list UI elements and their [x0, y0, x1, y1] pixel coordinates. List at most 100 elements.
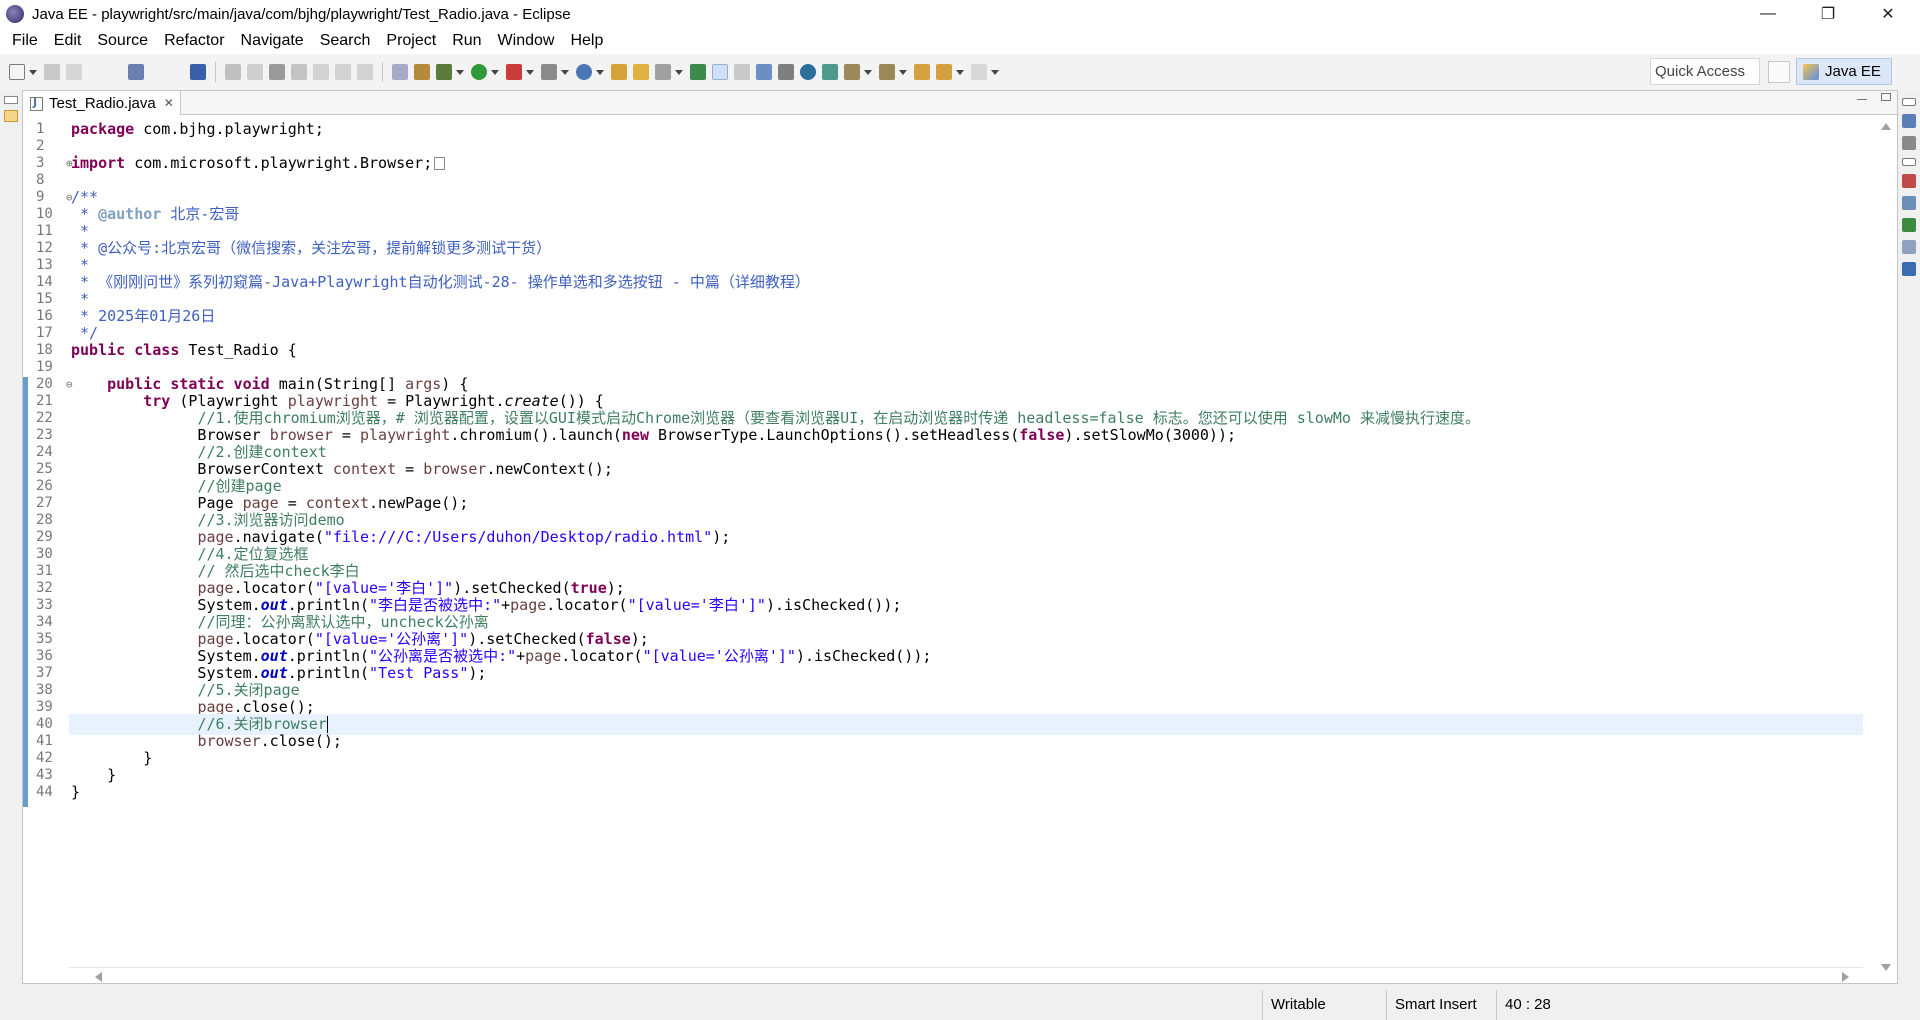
- cursor-position-status: 40 : 28: [1496, 990, 1596, 1020]
- last-edit-icon[interactable]: [914, 64, 930, 80]
- save-all-icon[interactable]: [66, 64, 82, 80]
- menu-refactor[interactable]: Refactor: [156, 28, 232, 54]
- left-trim-stack: [0, 90, 22, 1020]
- java-ee-icon: [1803, 63, 1819, 80]
- properties-icon[interactable]: [1902, 196, 1916, 210]
- java-file-icon: [29, 96, 43, 111]
- menu-file[interactable]: File: [4, 28, 46, 54]
- right-trim-stack: [1898, 90, 1920, 1020]
- annotation-icon[interactable]: [690, 64, 706, 80]
- new-web-icon[interactable]: [576, 64, 592, 80]
- menu-help[interactable]: Help: [562, 28, 611, 54]
- close-tab-icon[interactable]: ✕: [164, 96, 174, 110]
- restore-icon[interactable]: [1902, 158, 1916, 166]
- back-icon[interactable]: [936, 64, 952, 80]
- outline-icon[interactable]: [1902, 114, 1916, 128]
- menu-run[interactable]: Run: [444, 28, 489, 54]
- chevron-down-icon[interactable]: [29, 69, 37, 75]
- eclipse-logo-icon: [6, 5, 24, 23]
- skip-breakpoints-icon[interactable]: [190, 64, 206, 80]
- save-icon[interactable]: [44, 64, 60, 80]
- console-icon[interactable]: [1902, 262, 1916, 276]
- menu-source[interactable]: Source: [89, 28, 156, 54]
- minimize-button[interactable]: —: [1738, 0, 1798, 28]
- code-line: import com.microsoft.playwright.Browser;: [69, 153, 1863, 174]
- horizontal-scrollbar[interactable]: [69, 967, 1863, 983]
- run-icon[interactable]: [471, 64, 487, 80]
- show-whitespace-icon[interactable]: [778, 64, 794, 80]
- step-into-icon[interactable]: [313, 64, 329, 80]
- scroll-down-icon[interactable]: [1881, 964, 1891, 971]
- chevron-down-icon[interactable]: [956, 69, 964, 75]
- scroll-right-icon[interactable]: [1842, 972, 1849, 982]
- main-toolbar: [0, 54, 1920, 90]
- open-console-icon[interactable]: [128, 64, 144, 80]
- window-title: Java EE - playwright/src/main/java/com/b…: [32, 5, 571, 23]
- markers-icon[interactable]: [1902, 174, 1916, 188]
- chevron-down-icon[interactable]: [596, 69, 604, 75]
- task-list-icon[interactable]: [1902, 136, 1916, 150]
- folded-imports-icon[interactable]: [434, 157, 446, 170]
- chevron-down-icon[interactable]: [899, 69, 907, 75]
- chevron-down-icon[interactable]: [864, 69, 872, 75]
- restore-icon[interactable]: [4, 96, 18, 104]
- restore-button[interactable]: ❐: [1798, 0, 1858, 28]
- search-icon[interactable]: [655, 64, 671, 80]
- chevron-down-icon[interactable]: [561, 69, 569, 75]
- package-explorer-icon[interactable]: [4, 110, 18, 122]
- code-text[interactable]: package com.bjhg.playwright; import com.…: [69, 115, 1863, 983]
- close-window-button[interactable]: ✕: [1858, 0, 1918, 28]
- maximize-editor-button[interactable]: [1881, 93, 1891, 101]
- terminate-icon[interactable]: [269, 64, 285, 80]
- chevron-down-icon[interactable]: [991, 69, 999, 75]
- line-number-gutter: 1 2 3 ⊕ 8 9 ⊖ 10 11 12 13 14 15 16 17 18 19 20 ⊖ 21 22 23 24 25…: [30, 115, 73, 983]
- suspend-icon[interactable]: [247, 64, 263, 80]
- menu-edit[interactable]: Edit: [46, 28, 90, 54]
- scroll-left-icon[interactable]: [95, 972, 102, 982]
- open-perspective-button[interactable]: [1768, 60, 1790, 83]
- open-type-icon[interactable]: [611, 64, 627, 80]
- menu-window[interactable]: Window: [490, 28, 563, 54]
- menu-search[interactable]: Search: [312, 28, 379, 54]
- step-return-icon[interactable]: [357, 64, 373, 80]
- minimize-editor-button[interactable]: [1857, 99, 1867, 101]
- word-wrap-icon[interactable]: [734, 64, 750, 80]
- resume-icon[interactable]: [225, 64, 241, 80]
- scroll-up-icon[interactable]: [1881, 123, 1891, 130]
- step-over-icon[interactable]: [335, 64, 351, 80]
- forward-icon[interactable]: [971, 64, 987, 80]
- vertical-scrollbar[interactable]: [1875, 115, 1897, 983]
- palette-icon[interactable]: [822, 64, 838, 80]
- quick-access-input[interactable]: Quick Access: [1650, 58, 1760, 85]
- servers-icon[interactable]: [1902, 218, 1916, 232]
- data-source-icon[interactable]: [1902, 240, 1916, 254]
- insert-mode-status[interactable]: Smart Insert: [1386, 990, 1496, 1020]
- perspective-java-ee[interactable]: Java EE: [1796, 58, 1892, 85]
- debug-icon[interactable]: [436, 64, 452, 80]
- toggle-mark-occurrences-icon[interactable]: [712, 64, 728, 80]
- code-editor[interactable]: 1 2 3 ⊕ 8 9 ⊖ 10 11 12 13 14 15 16 17 18 19 20 ⊖ 21 22 23 24 25…: [23, 115, 1897, 983]
- server-icon[interactable]: [414, 64, 430, 80]
- menu-project[interactable]: Project: [378, 28, 444, 54]
- previous-annotation-icon[interactable]: [879, 64, 895, 80]
- open-task-icon[interactable]: [392, 64, 408, 80]
- disconnect-icon[interactable]: [291, 64, 307, 80]
- open-folder-icon[interactable]: [633, 64, 649, 80]
- status-bar: Writable Smart Insert 40 : 28: [0, 990, 1920, 1020]
- restore-icon[interactable]: [1902, 98, 1916, 106]
- block-selection-icon[interactable]: [756, 64, 772, 80]
- chevron-down-icon[interactable]: [526, 69, 534, 75]
- chevron-down-icon[interactable]: [456, 69, 464, 75]
- tab-test-radio-java[interactable]: Test_Radio.java ✕: [23, 91, 181, 115]
- chevron-down-icon[interactable]: [675, 69, 683, 75]
- code-line: public class Test_Radio {: [71, 341, 297, 359]
- overview-ruler[interactable]: [1863, 115, 1875, 983]
- perspective-label: Java EE: [1825, 63, 1881, 80]
- external-tools-icon[interactable]: [506, 64, 522, 80]
- menu-navigate[interactable]: Navigate: [233, 28, 312, 54]
- chevron-down-icon[interactable]: [491, 69, 499, 75]
- new-server-icon[interactable]: [541, 64, 557, 80]
- globe-icon[interactable]: [800, 64, 816, 80]
- next-annotation-icon[interactable]: [844, 64, 860, 80]
- new-icon[interactable]: [9, 64, 25, 80]
